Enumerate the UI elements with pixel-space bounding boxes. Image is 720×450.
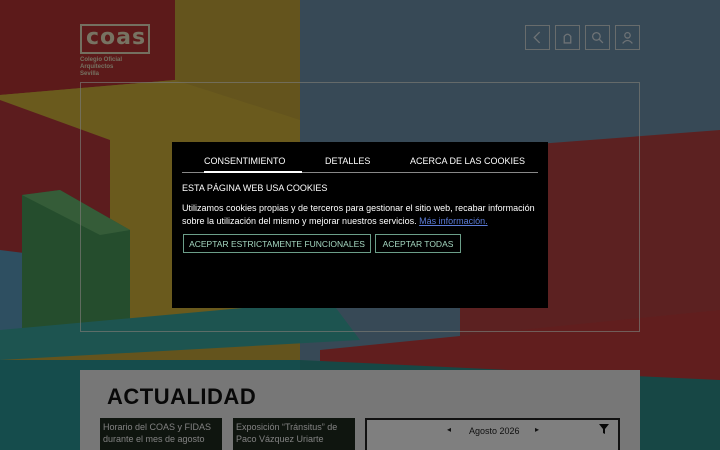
- cookie-tabs: CONSENTIMIENTO DETALLES ACERCA DE LAS CO…: [182, 156, 538, 173]
- cookie-dialog: CONSENTIMIENTO DETALLES ACERCA DE LAS CO…: [172, 142, 548, 308]
- cookie-heading: ESTA PÁGINA WEB USA COOKIES: [182, 183, 328, 193]
- tab-consentimiento[interactable]: CONSENTIMIENTO: [204, 156, 302, 173]
- tab-detalles[interactable]: DETALLES: [325, 156, 370, 173]
- accept-functional-button[interactable]: ACEPTAR ESTRICTAMENTE FUNCIONALES: [183, 234, 371, 253]
- cookie-text: Utilizamos cookies propias y de terceros…: [182, 202, 542, 227]
- tab-acerca-cookies[interactable]: ACERCA DE LAS COOKIES: [410, 156, 525, 173]
- accept-all-button[interactable]: ACEPTAR TODAS: [375, 234, 461, 253]
- more-info-link[interactable]: Más información.: [419, 216, 488, 226]
